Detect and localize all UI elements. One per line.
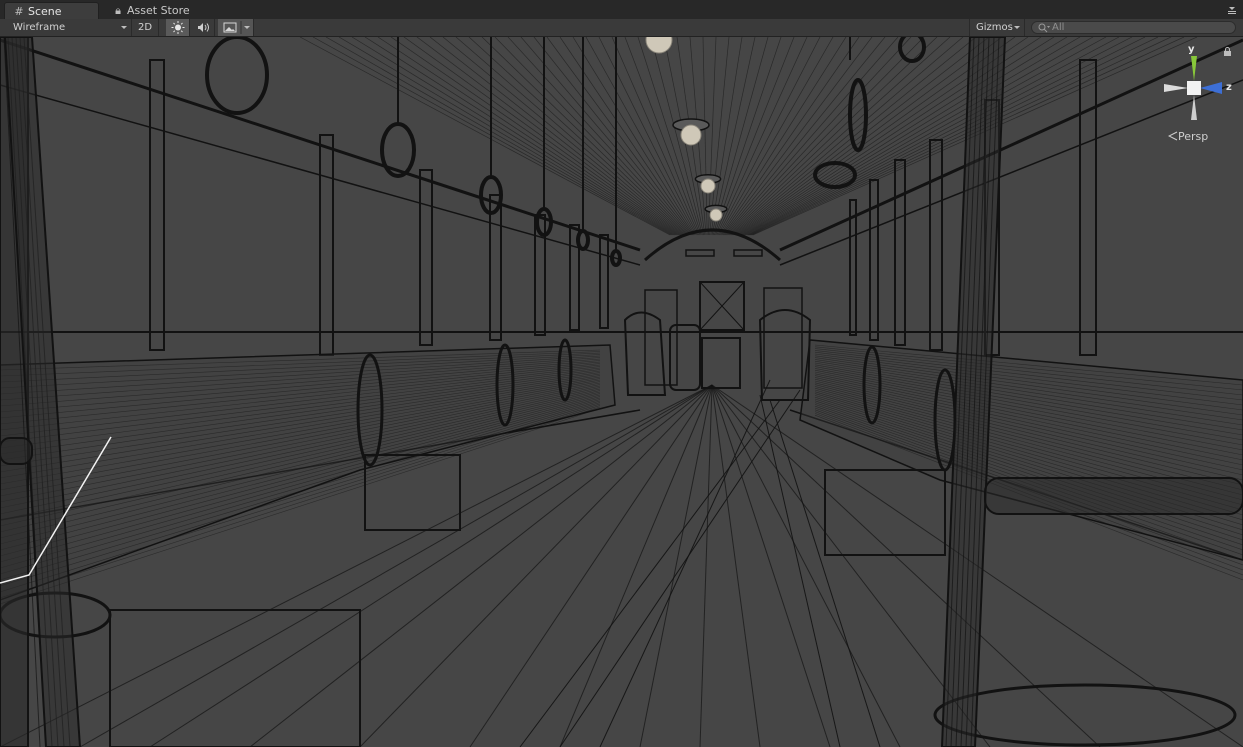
gizmos-dropdown[interactable]: Gizmos xyxy=(969,19,1025,36)
hand-strap-ring xyxy=(205,37,269,115)
end-vent xyxy=(685,249,715,257)
left-window-frame xyxy=(489,194,502,341)
right-seat-cushion xyxy=(933,683,1237,747)
bag-icon: 🔒︎ xyxy=(115,4,121,17)
ceiling-wire xyxy=(734,37,1003,236)
ceiling-wire xyxy=(377,37,678,236)
projection-toggle[interactable]: Persp xyxy=(1167,130,1209,144)
gizmo-center-cube[interactable] xyxy=(1187,81,1201,95)
right-seat-base xyxy=(824,469,946,556)
right-window-frame xyxy=(1079,59,1097,356)
hand-strap-ring xyxy=(576,229,590,251)
tab-scene[interactable]: # Scene xyxy=(4,2,99,19)
right-handrail xyxy=(984,477,1243,515)
left-seat-base xyxy=(364,454,461,531)
tab-asset-store[interactable]: 🔒︎ Asset Store xyxy=(104,2,204,19)
right-window-frame xyxy=(869,179,879,341)
ceiling-wire xyxy=(743,37,1094,236)
toggle-2d-label: 2D xyxy=(137,22,153,33)
ceiling-wire xyxy=(312,37,672,236)
wireframe-scene xyxy=(0,37,1243,747)
ceiling-lamp-bulb xyxy=(645,37,673,54)
floor-wire xyxy=(769,399,881,747)
floor-wire xyxy=(559,384,713,747)
ceiling-wire xyxy=(729,37,951,236)
ceiling-wire xyxy=(740,37,1068,236)
shading-mode-label: Wireframe xyxy=(13,22,66,33)
z-axis-cone[interactable] xyxy=(1200,82,1222,94)
search-placeholder: All xyxy=(1052,22,1065,33)
ceiling-wire xyxy=(351,37,675,236)
right-bench xyxy=(799,339,1243,561)
floor-wire xyxy=(759,394,841,747)
ceiling-wire xyxy=(533,37,692,236)
projection-label: Persp xyxy=(1178,130,1209,143)
far-chair xyxy=(669,324,701,391)
y-axis-label: y xyxy=(1188,44,1195,55)
ceiling-wire xyxy=(299,37,671,236)
end-panel xyxy=(763,287,803,389)
floor-wire xyxy=(711,384,761,747)
sun-icon xyxy=(171,21,185,34)
left-window-frame xyxy=(149,59,165,351)
gizmos-label: Gizmos xyxy=(976,22,1013,33)
ceiling-wire xyxy=(716,37,808,236)
tab-asset-store-label: Asset Store xyxy=(127,4,190,17)
left-seat-base xyxy=(109,609,361,747)
end-vent xyxy=(733,249,763,257)
lock-icon[interactable] xyxy=(1223,47,1232,57)
floor-wire xyxy=(711,384,831,747)
ceiling-lamp-bulb xyxy=(680,124,702,146)
ceiling-wire xyxy=(745,37,1120,236)
right-window-frame xyxy=(894,159,906,346)
left-window-frame xyxy=(419,169,433,346)
chevron-down-icon xyxy=(121,26,127,29)
z-axis-label: z xyxy=(1226,82,1232,93)
search-icon xyxy=(1038,23,1050,33)
ceiling-wire xyxy=(715,37,795,236)
tab-bar: # Scene 🔒︎ Asset Store xyxy=(0,0,1243,20)
scene-viewport[interactable] xyxy=(0,37,1243,747)
neg-y-axis-cone[interactable] xyxy=(1191,95,1197,120)
shading-mode-dropdown[interactable]: Wireframe xyxy=(0,19,132,36)
end-door xyxy=(701,337,741,389)
floor-wire xyxy=(699,384,713,747)
right-window-frame xyxy=(849,199,857,336)
ceiling-wire xyxy=(481,37,688,236)
ceiling-wire xyxy=(744,37,1107,236)
audio-toggle-button[interactable] xyxy=(191,19,215,36)
ceiling-wire xyxy=(724,37,899,236)
scene-toolbar: Wireframe 2D Gizmos All xyxy=(0,19,1243,37)
speaker-icon xyxy=(198,23,209,32)
effects-dropdown[interactable] xyxy=(218,19,254,36)
ceiling-wire xyxy=(747,37,1146,236)
ceiling-wire xyxy=(739,37,1055,236)
ceiling-wire xyxy=(390,37,679,236)
tab-options-menu-icon[interactable] xyxy=(1227,5,1237,15)
lighting-toggle-button[interactable] xyxy=(166,19,190,36)
ceiling-wire xyxy=(520,37,691,236)
x-axis-cone[interactable] xyxy=(1164,84,1188,92)
chevron-down-icon xyxy=(1014,26,1020,29)
tab-scene-label: Scene xyxy=(28,5,62,18)
y-axis-cone[interactable] xyxy=(1191,56,1197,81)
left-window-frame xyxy=(319,134,334,356)
left-bench xyxy=(0,344,616,601)
left-window-frame xyxy=(599,234,609,329)
image-icon xyxy=(223,21,250,34)
grid-icon: # xyxy=(14,5,24,18)
right-window-frame xyxy=(929,139,943,351)
ceiling-wire xyxy=(750,37,1172,236)
toggle-2d-button[interactable]: 2D xyxy=(132,19,159,36)
left-handrail xyxy=(0,437,33,465)
hierarchy-search-input[interactable]: All xyxy=(1031,21,1236,34)
ceiling-lamp-bulb xyxy=(709,208,723,222)
ceiling-wire xyxy=(429,37,683,236)
ceiling-wire xyxy=(403,37,680,236)
ceiling-lamp-bulb xyxy=(700,178,716,194)
hand-strap-ring xyxy=(380,122,416,178)
perspective-icon xyxy=(1167,131,1178,141)
